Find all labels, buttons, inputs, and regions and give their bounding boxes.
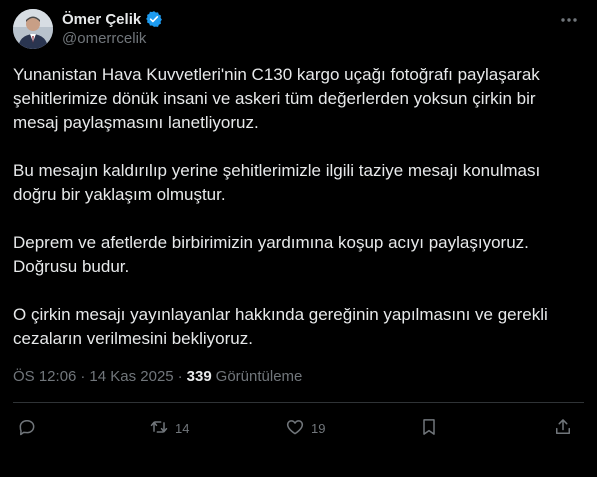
- bookmark-icon: [419, 417, 439, 440]
- meta-separator: ·: [80, 368, 86, 385]
- like-button[interactable]: 19: [285, 413, 325, 443]
- share-icon: [553, 417, 573, 440]
- author-handle[interactable]: @omerrcelik: [62, 30, 146, 47]
- avatar[interactable]: [13, 9, 53, 49]
- reply-icon: [17, 417, 37, 440]
- author-row: Ömer Çelik: [62, 9, 163, 29]
- share-button[interactable]: [553, 413, 573, 443]
- verified-icon: [145, 10, 163, 28]
- views-label: Görüntüleme: [215, 368, 303, 385]
- retweet-count: 14: [175, 420, 190, 436]
- tweet-meta: ÖS 12:06 · 14 Kas 2025 · 339 Görüntüleme: [13, 368, 302, 385]
- retweet-button[interactable]: 14: [149, 413, 189, 443]
- retweet-icon: [149, 417, 169, 440]
- more-icon[interactable]: [559, 10, 579, 30]
- tweet: Ömer Çelik @omerrcelik Yunanistan Hava K…: [0, 0, 597, 477]
- like-icon: [285, 417, 305, 440]
- display-name[interactable]: Ömer Çelik: [62, 11, 141, 28]
- tweet-time[interactable]: ÖS 12:06: [13, 368, 76, 385]
- like-count: 19: [311, 420, 326, 436]
- meta-separator: ·: [177, 368, 183, 385]
- tweet-text: Yunanistan Hava Kuvvetleri'nin C130 karg…: [13, 65, 548, 348]
- views-count: 339: [186, 368, 212, 385]
- tweet-date[interactable]: 14 Kas 2025: [89, 368, 173, 385]
- reply-button[interactable]: [17, 413, 43, 443]
- divider: [13, 402, 584, 403]
- action-bar: 14 19: [13, 413, 584, 443]
- bookmark-button[interactable]: [419, 413, 439, 443]
